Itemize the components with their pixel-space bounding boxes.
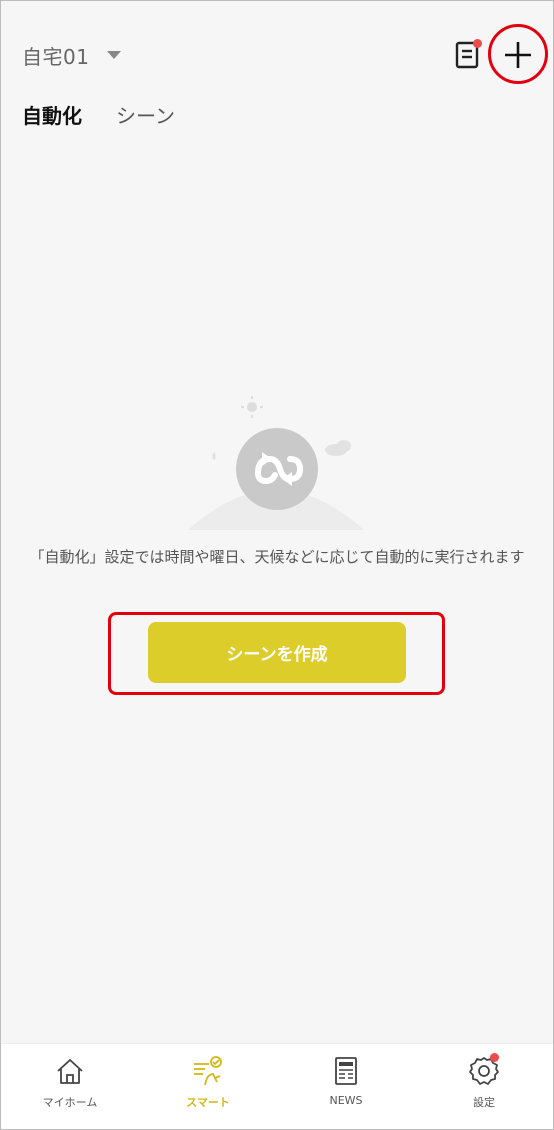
- create-scene-button[interactable]: シーンを作成: [148, 622, 406, 683]
- nav-item-smart[interactable]: スマート: [139, 1044, 277, 1129]
- bottom-nav: マイホーム スマート NEWS 設定: [1, 1043, 553, 1129]
- tab-scene[interactable]: シーン: [116, 100, 175, 129]
- notification-badge: [490, 1053, 499, 1062]
- nav-item-my-home[interactable]: マイホーム: [1, 1044, 139, 1129]
- automation-loop-icon: [188, 396, 364, 530]
- notification-badge: [473, 39, 482, 48]
- annotation-circle: [488, 24, 548, 84]
- nav-label-my-home: マイホーム: [42, 1096, 98, 1109]
- tab-bar: 自動化 シーン: [22, 100, 175, 129]
- caret-down-icon: [107, 51, 122, 59]
- nav-label-settings: 設定: [473, 1096, 495, 1109]
- news-icon: [335, 1057, 357, 1085]
- nav-item-news[interactable]: NEWS: [277, 1044, 415, 1129]
- nav-item-settings[interactable]: 設定: [415, 1044, 553, 1129]
- tab-automation[interactable]: 自動化: [22, 100, 82, 129]
- home-icon: [57, 1059, 83, 1084]
- nav-label-news: NEWS: [329, 1094, 363, 1107]
- home-name: 自宅01: [22, 44, 90, 69]
- nav-label-smart: スマート: [186, 1096, 230, 1109]
- home-selector[interactable]: 自宅01: [22, 40, 122, 70]
- smart-icon: [194, 1056, 222, 1086]
- empty-state-message: 「自動化」設定では時間や曜日、天候などに応じて自動的に実行されます: [29, 548, 525, 566]
